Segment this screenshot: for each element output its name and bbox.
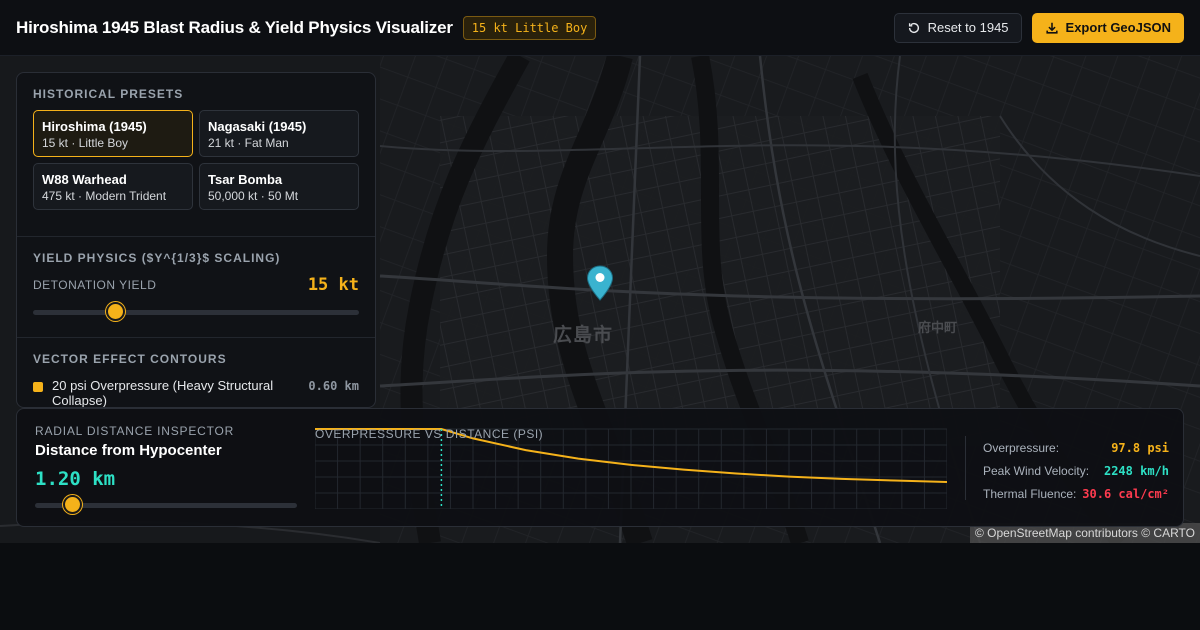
distance-slider-thumb[interactable]	[62, 495, 82, 514]
preset-desc: 50,000 kt · 50 Mt	[208, 189, 299, 203]
distance-inspector: RADIAL DISTANCE INSPECTOR Distance from …	[35, 424, 297, 516]
export-geojson-button[interactable]: Export GeoJSON	[1031, 12, 1184, 43]
preset-desc: 15 kt · Little Boy	[42, 136, 129, 150]
metric-label: Thermal Fluence:	[983, 486, 1077, 501]
place-label-fuchu: 府中町	[918, 320, 958, 335]
yield-label: DETONATION YIELD	[33, 278, 157, 292]
header-actions: Reset to 1945 Export GeoJSON	[893, 12, 1184, 43]
preset-hiroshima[interactable]: Hiroshima (1945) 15 kt · Little Boy	[33, 110, 193, 157]
contour-label: 20 psi Overpressure (Heavy Structural Co…	[52, 378, 274, 408]
preset-name: Nagasaki (1945)	[208, 119, 307, 134]
preset-name: Hiroshima (1945)	[42, 119, 147, 134]
export-button-label: Export GeoJSON	[1065, 20, 1171, 35]
yield-row: DETONATION YIELD 15 kt	[33, 275, 359, 295]
metric-thermal-fluence: Thermal Fluence: 30.6 cal/cm²	[983, 482, 1169, 505]
contour-radius: 0.60 km	[308, 379, 359, 393]
yield-title: YIELD PHYSICS ($Y^{1/3}$ SCALING)	[33, 251, 281, 265]
yield-slider[interactable]	[33, 301, 359, 323]
metric-value: 30.6 cal/cm²	[1082, 486, 1169, 501]
metric-value: 2248 km/h	[1103, 463, 1169, 478]
page-footer-area	[0, 543, 1200, 630]
metric-label: Peak Wind Velocity:	[983, 463, 1090, 478]
metric-value: 97.8 psi	[1111, 440, 1169, 455]
preset-tsar-bomba[interactable]: Tsar Bomba 50,000 kt · 50 Mt	[199, 163, 359, 210]
map-pin-icon[interactable]	[586, 265, 614, 301]
inspector-title: Distance from Hypocenter	[35, 442, 222, 459]
control-panel: HISTORICAL PRESETS Hiroshima (1945) 15 k…	[16, 72, 376, 408]
overpressure-chart: OVERPRESSURE VS DISTANCE (PSI)	[315, 427, 947, 509]
preset-desc: 475 kt · Modern Trident	[42, 189, 167, 203]
place-label-hiroshima: 広島市	[553, 325, 614, 346]
preset-name: Tsar Bomba	[208, 172, 283, 187]
inspector-kicker: RADIAL DISTANCE INSPECTOR	[35, 424, 235, 438]
page-title: Hiroshima 1945 Blast Radius & Yield Phys…	[16, 17, 453, 37]
inspector-panel: RADIAL DISTANCE INSPECTOR Distance from …	[16, 408, 1184, 527]
contours-title: VECTOR EFFECT CONTOURS	[33, 352, 227, 366]
distance-value: 1.20 km	[35, 468, 116, 490]
download-icon	[1045, 22, 1058, 34]
metric-overpressure: Overpressure: 97.8 psi	[983, 436, 1169, 459]
contours-section: VECTOR EFFECT CONTOURS 20 psi Overpressu…	[17, 338, 375, 408]
yield-section: YIELD PHYSICS ($Y^{1/3}$ SCALING) DETONA…	[17, 237, 375, 337]
metric-wind-velocity: Peak Wind Velocity: 2248 km/h	[983, 459, 1169, 482]
reset-button-label: Reset to 1945	[927, 20, 1009, 35]
yield-badge: 15 kt Little Boy	[462, 15, 597, 40]
yield-value: 15 kt	[307, 275, 359, 295]
preset-nagasaki[interactable]: Nagasaki (1945) 21 kt · Fat Man	[199, 110, 359, 157]
reset-button[interactable]: Reset to 1945	[893, 12, 1022, 43]
yield-slider-track[interactable]	[33, 310, 359, 315]
preset-name: W88 Warhead	[42, 172, 127, 187]
preset-grid: Hiroshima (1945) 15 kt · Little Boy Naga…	[33, 110, 359, 210]
contour-item[interactable]: 20 psi Overpressure (Heavy Structural Co…	[33, 378, 359, 408]
reset-icon	[908, 22, 919, 33]
preset-w88[interactable]: W88 Warhead 475 kt · Modern Trident	[33, 163, 193, 210]
contour-swatch	[33, 382, 43, 392]
app-header: Hiroshima 1945 Blast Radius & Yield Phys…	[0, 0, 1200, 56]
metric-label: Overpressure:	[983, 440, 1060, 455]
metrics-readout: Overpressure: 97.8 psi Peak Wind Velocit…	[965, 436, 1169, 501]
presets-title: HISTORICAL PRESETS	[33, 87, 184, 101]
yield-slider-thumb[interactable]	[105, 302, 125, 321]
presets-section: HISTORICAL PRESETS Hiroshima (1945) 15 k…	[17, 73, 375, 236]
distance-slider[interactable]	[35, 494, 297, 516]
preset-desc: 21 kt · Fat Man	[208, 136, 289, 150]
chart-title: OVERPRESSURE VS DISTANCE (PSI)	[315, 427, 544, 441]
